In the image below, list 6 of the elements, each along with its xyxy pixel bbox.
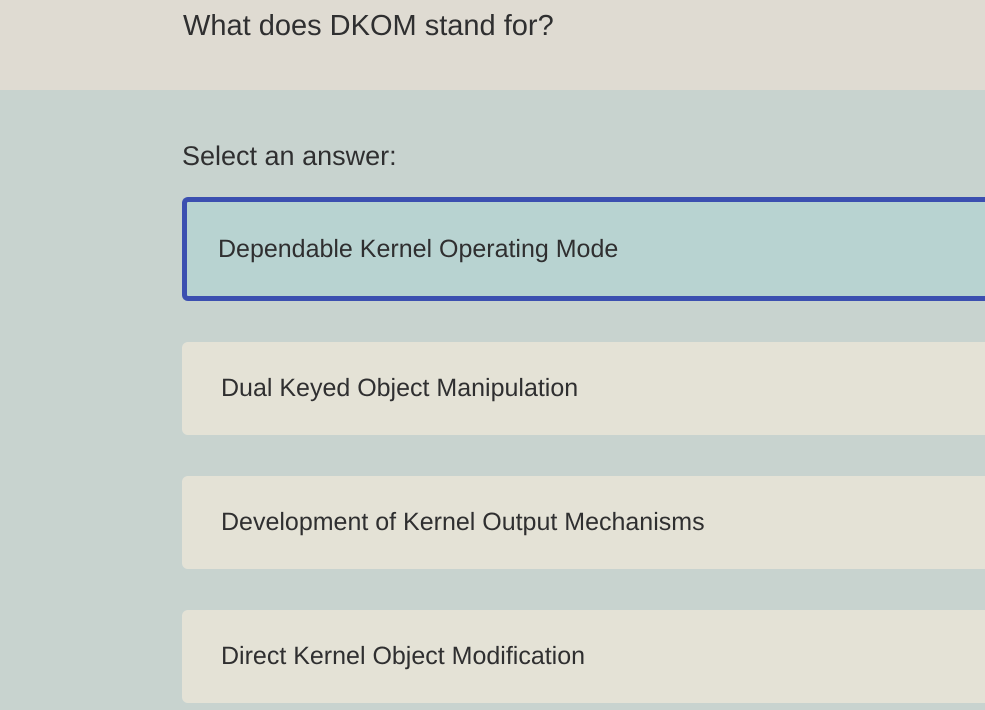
answer-option[interactable]: Direct Kernel Object Modification [182,610,985,703]
select-answer-label: Select an answer: [182,140,398,173]
answer-option[interactable]: Dependable Kernel Operating Mode [182,197,985,301]
answer-option[interactable]: Development of Kernel Output Mechanisms [182,476,985,569]
answer-option[interactable]: Dual Keyed Object Manipulation [182,342,985,435]
question-text: What does DKOM stand for? [183,9,554,44]
